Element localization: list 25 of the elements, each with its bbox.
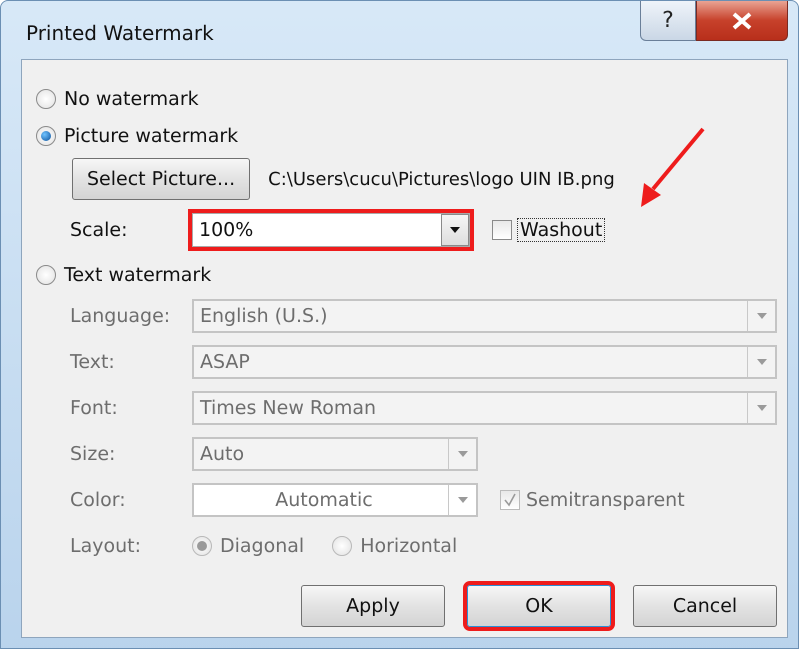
option-label: Picture watermark: [64, 124, 238, 146]
file-path: C:\Users\cucu\Pictures\logo UIN IB.png: [268, 168, 615, 190]
close-button[interactable]: [696, 1, 788, 41]
help-button[interactable]: ?: [640, 1, 696, 41]
option-label: No watermark: [64, 88, 199, 110]
select-picture-button[interactable]: Select Picture...: [72, 158, 250, 200]
window-title: Printed Watermark: [26, 21, 214, 45]
field-label: Layout:: [70, 535, 142, 557]
option-label: Diagonal: [220, 535, 304, 557]
checkbox-label: Semitransparent: [526, 489, 685, 511]
field-label: Scale:: [70, 219, 129, 241]
field-label: Language:: [70, 305, 172, 327]
field-label: Color:: [70, 489, 127, 511]
dialog-button[interactable]: Apply: [301, 585, 445, 627]
option-label: Horizontal: [360, 535, 458, 557]
field-label: Size:: [70, 443, 116, 465]
dialog-button[interactable]: Cancel: [633, 585, 777, 627]
field-label: Font:: [70, 397, 119, 419]
radio-button[interactable]: [36, 126, 56, 146]
radio-button[interactable]: [36, 88, 56, 108]
checkbox[interactable]: [492, 220, 512, 240]
option-label: Text watermark: [64, 264, 212, 286]
close-icon: [731, 12, 753, 30]
field-label: Text:: [70, 351, 116, 373]
checkbox-label: Washout: [518, 219, 604, 241]
